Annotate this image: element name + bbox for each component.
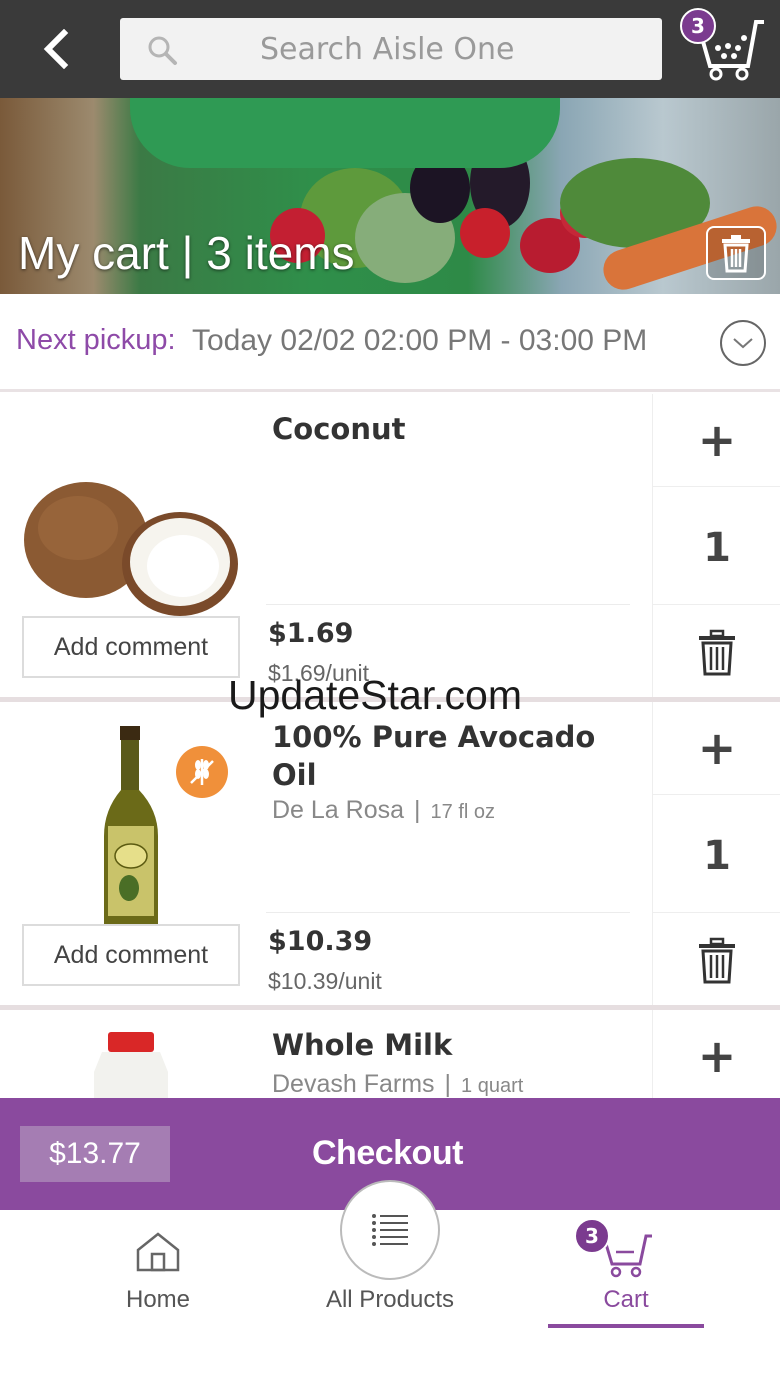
product-unit-price: $10.39/unit bbox=[268, 968, 382, 994]
product-image bbox=[0, 1010, 262, 1100]
product-price: $10.39 bbox=[268, 926, 373, 957]
pickup-row: Next pickup: Today 02/02 02:00 PM - 03:0… bbox=[0, 294, 780, 392]
nav-all-products-label: All Products bbox=[325, 1286, 455, 1313]
pickup-time: Today 02/02 02:00 PM - 03:00 PM bbox=[192, 324, 648, 357]
nav-all-products[interactable]: All Products bbox=[300, 1210, 480, 1340]
quantity-value: 1 bbox=[703, 525, 731, 571]
trash-icon bbox=[699, 937, 735, 984]
search-icon bbox=[148, 36, 177, 65]
quantity-value: 1 bbox=[703, 833, 731, 879]
item-divider bbox=[266, 912, 630, 913]
control-separator bbox=[653, 912, 780, 913]
milk-jug-image bbox=[94, 1032, 168, 1100]
quantity-controls: + 1 bbox=[652, 394, 780, 697]
control-separator bbox=[653, 794, 780, 795]
brand-separator: | bbox=[444, 1070, 452, 1098]
quantity-controls: + bbox=[652, 1010, 780, 1100]
nav-home-label: Home bbox=[125, 1286, 191, 1313]
cart-item: Coconut $1.69 $1.69/unit Add comment + 1 bbox=[0, 394, 780, 702]
hero-veg-decoration bbox=[130, 98, 560, 168]
nav-cart[interactable]: 3 Cart bbox=[548, 1210, 704, 1340]
back-button[interactable] bbox=[30, 22, 80, 76]
gluten-free-icon bbox=[176, 746, 228, 798]
remove-item-button[interactable] bbox=[653, 608, 780, 698]
product-name: Coconut bbox=[272, 412, 406, 446]
nav-cart-badge: 3 bbox=[574, 1218, 610, 1254]
trash-icon bbox=[699, 629, 735, 676]
product-name: Whole Milk bbox=[272, 1028, 453, 1062]
item-divider bbox=[266, 604, 630, 605]
cart-title: My cart | 3 items bbox=[18, 227, 355, 279]
increase-quantity-button[interactable]: + bbox=[653, 394, 780, 486]
clear-cart-button[interactable] bbox=[706, 226, 766, 280]
cart-total: $13.77 bbox=[20, 1126, 170, 1182]
header-cart-button[interactable]: 3 bbox=[680, 8, 770, 88]
remove-item-button[interactable] bbox=[653, 916, 780, 1006]
trash-icon bbox=[722, 235, 750, 273]
product-brand-line: Devash Farms | 1 quart bbox=[272, 1070, 523, 1099]
hero-veg-decoration bbox=[460, 208, 510, 258]
home-icon bbox=[136, 1232, 180, 1272]
bottom-nav: Home All Products 3 Cart bbox=[0, 1180, 780, 1387]
active-tab-indicator bbox=[548, 1324, 704, 1328]
chevron-down-icon bbox=[733, 338, 753, 349]
pickup-expand-button[interactable] bbox=[720, 320, 766, 366]
quantity-controls: + 1 bbox=[652, 702, 780, 1005]
pickup-label: Next pickup: bbox=[16, 324, 176, 356]
product-brand-line: De La Rosa | 17 fl oz bbox=[272, 796, 495, 825]
product-size: 1 quart bbox=[461, 1075, 524, 1097]
search-input[interactable] bbox=[120, 18, 662, 80]
product-brand: Devash Farms bbox=[272, 1070, 435, 1098]
back-arrow-icon bbox=[43, 29, 69, 69]
coconut-image bbox=[24, 482, 238, 616]
cart-hero-banner: My cart | 3 items bbox=[0, 98, 780, 294]
add-comment-button[interactable]: Add comment bbox=[22, 924, 240, 986]
checkout-label: Checkout bbox=[312, 1134, 463, 1172]
search-box[interactable] bbox=[120, 18, 662, 80]
control-separator bbox=[653, 604, 780, 605]
increase-quantity-button[interactable]: + bbox=[653, 702, 780, 794]
cart-item: 100% Pure Avocado Oil De La Rosa | 17 fl o… bbox=[0, 702, 780, 1010]
brand-separator: | bbox=[414, 796, 421, 824]
control-separator bbox=[653, 486, 780, 487]
product-name: 100% Pure Avocado Oil bbox=[272, 720, 596, 792]
product-price: $1.69 bbox=[268, 618, 354, 649]
product-brand: De La Rosa bbox=[272, 796, 405, 824]
top-bar: 3 bbox=[0, 0, 780, 98]
add-comment-button[interactable]: Add comment bbox=[22, 616, 240, 678]
increase-quantity-button[interactable]: + bbox=[653, 1010, 780, 1100]
cart-item: Whole Milk Devash Farms | 1 quart + bbox=[0, 1010, 780, 1100]
nav-home[interactable]: Home bbox=[80, 1210, 236, 1340]
product-size: 17 fl oz bbox=[430, 801, 496, 823]
product-unit-price: $1.69/unit bbox=[268, 660, 370, 686]
header-cart-badge: 3 bbox=[680, 8, 716, 44]
nav-cart-label: Cart bbox=[603, 1286, 649, 1313]
